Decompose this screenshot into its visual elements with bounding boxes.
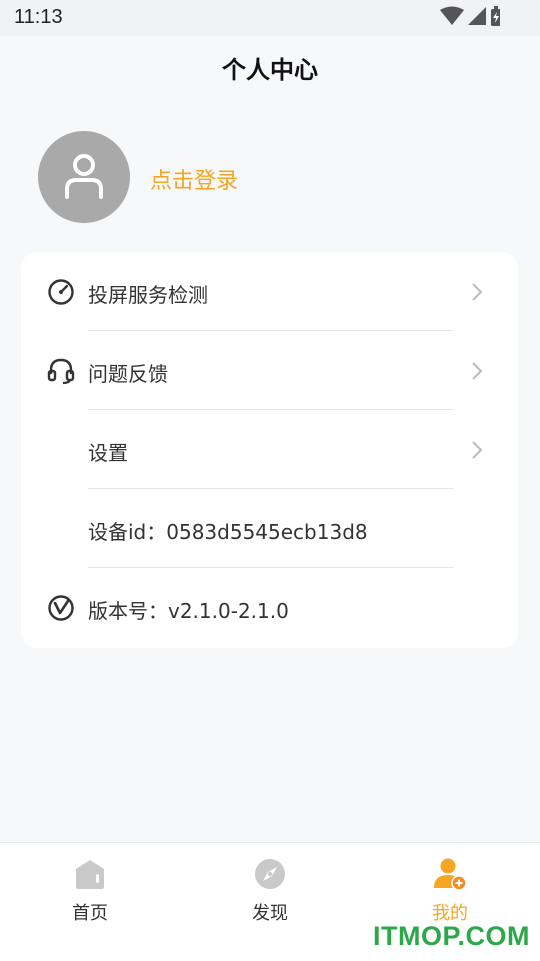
menu-item-version: 版本号：v2.1.0-2.1.0 [21,568,518,647]
status-icons [440,6,500,26]
menu-item-feedback[interactable]: 问题反馈 [21,331,518,410]
menu-item-settings[interactable]: 设置 [21,410,518,489]
wifi-icon [440,6,464,25]
page-title: 个人中心 [222,56,318,84]
chevron-right-icon [472,362,483,380]
watermark: ITMOP.COM [372,921,530,951]
version-icon [48,595,74,621]
compass-icon [255,859,285,889]
battery-icon [491,6,500,26]
menu-item-label: 问题反馈 [88,362,168,386]
gauge-icon [48,279,74,305]
login-link[interactable]: 点击登录 [150,163,238,195]
menu-item-label: 投屏服务检测 [88,283,208,307]
tab-discover[interactable]: 发现 [180,843,360,939]
tab-home[interactable]: 首页 [0,843,180,939]
user-icon [65,154,103,199]
home-icon [76,860,104,889]
chevron-right-icon [472,441,483,459]
menu-item-label: 设置 [88,441,128,465]
menu-card: 投屏服务检测 问题反馈 设置 设备id：0583d5545ecb13d8 版本号… [21,252,518,648]
menu-item-device-id: 设备id：0583d5545ecb13d8 [21,489,518,568]
menu-item-cast-check[interactable]: 投屏服务检测 [21,252,518,331]
avatar[interactable] [38,131,130,223]
status-time: 11:13 [14,6,63,28]
tab-label: 发现 [252,903,288,924]
status-bar: 11:13 [0,0,540,36]
signal-icon [468,7,486,25]
version-text: 版本号：v2.1.0-2.1.0 [88,599,289,623]
device-id-text: 设备id：0583d5545ecb13d8 [88,520,368,544]
profile-icon [434,858,467,891]
headset-icon [47,358,75,385]
chevron-right-icon [472,283,483,301]
tab-label: 首页 [72,903,108,924]
